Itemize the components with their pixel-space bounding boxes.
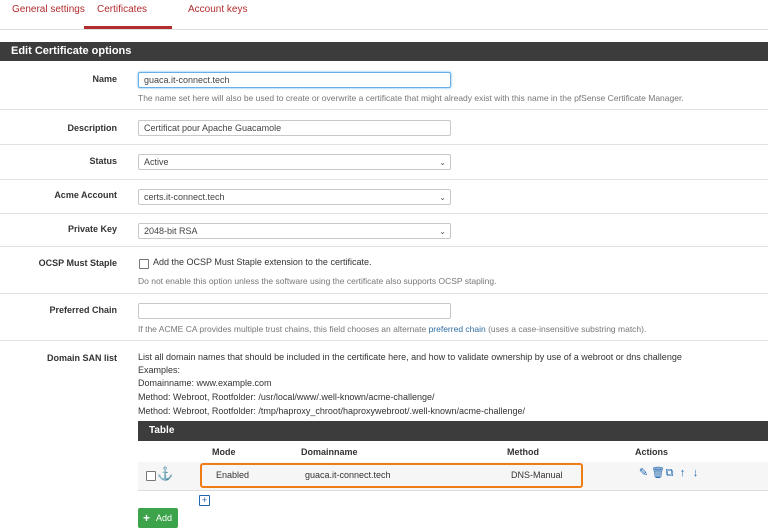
- tab-general-settings[interactable]: General settings: [12, 4, 85, 15]
- plus-icon: +: [143, 511, 151, 525]
- ocsp-checkbox[interactable]: [139, 259, 149, 269]
- status-select[interactable]: Active ⌄: [138, 154, 451, 170]
- acme-account-label: Acme Account: [54, 190, 117, 200]
- description-label: Description: [67, 123, 117, 133]
- ocsp-checkbox-label: Add the OCSP Must Staple extension to th…: [153, 257, 372, 267]
- preferred-chain-help-tail: (uses a case-insensitive substring match…: [485, 324, 647, 334]
- domain-san-line: Domainname: www.example.com: [138, 378, 272, 388]
- preferred-chain-input[interactable]: [138, 303, 451, 319]
- preferred-chain-help: If the ACME CA provides multiple trust c…: [138, 324, 646, 334]
- trash-icon[interactable]: 🗑: [651, 468, 665, 479]
- private-key-label: Private Key: [67, 224, 117, 234]
- col-header-method: Method: [507, 447, 539, 457]
- acme-account-value: certs.it-connect.tech: [144, 192, 225, 202]
- status-value: Active: [144, 157, 169, 167]
- active-tab-indicator: [84, 26, 172, 29]
- name-label: Name: [92, 74, 117, 84]
- name-help: The name set here will also be used to c…: [138, 93, 684, 103]
- row-select-checkbox[interactable]: [146, 471, 156, 481]
- panel-title: Edit Certificate options: [0, 42, 768, 61]
- description-row: Description Certificat pour Apache Guaca…: [0, 110, 768, 145]
- acme-account-select[interactable]: certs.it-connect.tech ⌄: [138, 189, 451, 205]
- name-input[interactable]: guaca.it-connect.tech: [138, 72, 451, 88]
- preferred-chain-link[interactable]: preferred chain: [429, 324, 486, 334]
- col-header-mode: Mode: [212, 447, 236, 457]
- copy-icon[interactable]: ⧉: [664, 468, 675, 479]
- col-header-actions: Actions: [635, 447, 669, 457]
- add-row-icon[interactable]: +: [199, 495, 210, 506]
- chevron-down-icon: ⌄: [439, 227, 446, 236]
- anchor-icon[interactable]: ⚓: [157, 466, 173, 482]
- tab-bar: General settings Certificates Account ke…: [0, 0, 768, 30]
- domain-san-label: Domain SAN list: [46, 353, 117, 363]
- ocsp-label: OCSP Must Staple: [38, 258, 117, 268]
- chevron-down-icon: ⌄: [439, 193, 446, 202]
- status-label: Status: [89, 156, 117, 166]
- domain-san-line: List all domain names that should be inc…: [138, 352, 682, 362]
- preferred-chain-help-text: If the ACME CA provides multiple trust c…: [138, 324, 429, 334]
- add-button-label: Add: [156, 513, 173, 523]
- highlight-box: [200, 463, 583, 488]
- name-row: Name guaca.it-connect.tech The name set …: [0, 62, 768, 110]
- row-actions: ✎ 🗑 ⧉ ↑ ↓: [638, 468, 701, 479]
- private-key-row: Private Key 2048-bit RSA ⌄: [0, 214, 768, 247]
- tab-account-keys[interactable]: Account keys: [188, 4, 247, 15]
- domain-san-line: Method: Webroot, Rootfolder: /usr/local/…: [138, 392, 435, 402]
- description-input[interactable]: Certificat pour Apache Guacamole: [138, 120, 451, 136]
- acme-account-row: Acme Account certs.it-connect.tech ⌄: [0, 180, 768, 214]
- domain-san-line: Examples:: [138, 365, 181, 375]
- pencil-icon[interactable]: ✎: [638, 468, 649, 479]
- ocsp-help: Do not enable this option unless the sof…: [138, 276, 497, 286]
- private-key-value: 2048-bit RSA: [144, 226, 198, 236]
- preferred-chain-label: Preferred Chain: [49, 305, 117, 315]
- status-row: Status Active ⌄: [0, 145, 768, 180]
- col-header-domainname: Domainname: [301, 447, 358, 457]
- preferred-chain-row: Preferred Chain If the ACME CA provides …: [0, 294, 768, 341]
- table-title: Table: [138, 421, 768, 441]
- tab-certificates[interactable]: Certificates: [97, 4, 147, 15]
- chevron-down-icon: ⌄: [439, 158, 446, 167]
- arrow-up-icon[interactable]: ↑: [677, 468, 688, 479]
- arrow-down-icon[interactable]: ↓: [690, 468, 701, 479]
- domain-san-line: Method: Webroot, Rootfolder: /tmp/haprox…: [138, 406, 526, 416]
- add-button[interactable]: + Add: [138, 508, 178, 528]
- ocsp-row: OCSP Must Staple Add the OCSP Must Stapl…: [0, 247, 768, 294]
- private-key-select[interactable]: 2048-bit RSA ⌄: [138, 223, 451, 239]
